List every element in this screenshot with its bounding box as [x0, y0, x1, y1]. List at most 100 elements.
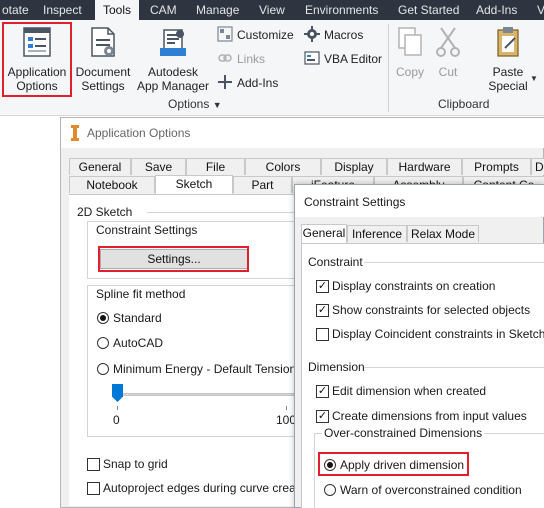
- app-manager-label-1: Autodesk: [147, 65, 199, 79]
- tension-slider-track[interactable]: [114, 393, 294, 396]
- add-ins-label: Add-Ins: [237, 76, 279, 90]
- clipboard-panel-label: Clipboard: [438, 97, 490, 111]
- tab-view[interactable]: View: [259, 0, 285, 20]
- tab-file[interactable]: File: [186, 158, 245, 175]
- spline-standard-label: Standard: [113, 311, 162, 325]
- macros-label: Macros: [324, 28, 364, 42]
- constraint-settings-titlebar[interactable]: Constraint Settings: [295, 185, 544, 217]
- display-on-creation-label: Display constraints on creation: [332, 279, 496, 293]
- links-icon: [218, 54, 232, 62]
- scissors-icon: [436, 27, 460, 57]
- macros-button[interactable]: Macros: [304, 25, 363, 45]
- create-from-input-label: Create dimensions from input values: [332, 409, 527, 423]
- tab-part[interactable]: Part: [233, 176, 292, 193]
- warn-over-label: Warn of overconstrained condition: [340, 483, 522, 497]
- customize-icon: [217, 26, 233, 42]
- add-ins-icon: [218, 75, 232, 89]
- application-options-button[interactable]: Application Options: [4, 26, 70, 93]
- application-options-icon: [23, 27, 51, 57]
- cs-tab-general[interactable]: General: [301, 224, 347, 244]
- vba-editor-button[interactable]: VBA Editor: [304, 49, 382, 69]
- spline-autocad-label: AutoCAD: [113, 336, 164, 350]
- cs-tab-relax-mode[interactable]: Relax Mode: [407, 225, 479, 242]
- links-label: Links: [237, 52, 266, 66]
- tab-manage[interactable]: Manage: [196, 0, 239, 20]
- settings-button[interactable]: Settings...: [100, 249, 248, 269]
- tab-sketch[interactable]: Sketch: [155, 175, 233, 195]
- tab-d[interactable]: D: [531, 158, 544, 175]
- cs-tab-inference[interactable]: Inference: [347, 225, 407, 242]
- tension-min-label: 0: [113, 413, 120, 427]
- document-settings-label-2: Settings: [81, 79, 125, 93]
- copy-button[interactable]: Copy: [392, 26, 428, 79]
- panel-separator: [388, 24, 389, 112]
- tab-tools[interactable]: Tools: [95, 0, 139, 20]
- apply-driven-radio[interactable]: [324, 459, 336, 471]
- tab-rotate[interactable]: otate: [2, 0, 29, 20]
- paste-special-button[interactable]: Paste Special: [484, 26, 532, 93]
- document-settings-label-1: Document: [75, 65, 131, 79]
- cs-dimension-section: Dimension: [308, 360, 365, 374]
- chevron-down-icon: ▼: [212, 100, 222, 110]
- show-for-selected-label: Show constraints for selected objects: [332, 303, 531, 317]
- app-manager-button[interactable]: Autodesk App Manager: [134, 26, 212, 93]
- cut-button[interactable]: Cut: [432, 26, 464, 79]
- warn-over-radio[interactable]: [324, 484, 336, 496]
- tab-notebook[interactable]: Notebook: [69, 176, 155, 193]
- display-coincident-label: Display Coincident constraints in Sketch: [332, 327, 544, 341]
- tab-display[interactable]: Display: [321, 158, 387, 175]
- application-options-title: Application Options: [87, 126, 191, 140]
- cs-general-content: Constraint ✓ Display constraints on crea…: [301, 243, 544, 508]
- section-divider: [147, 212, 297, 213]
- show-for-selected-checkbox[interactable]: ✓: [316, 304, 329, 317]
- tab-get-started[interactable]: Get Started: [398, 0, 459, 20]
- spline-standard-radio[interactable]: [97, 312, 109, 324]
- application-options-label-2: Options: [16, 79, 58, 93]
- spline-autocad-radio[interactable]: [97, 337, 109, 349]
- section-divider: [364, 367, 544, 368]
- create-from-input-checkbox[interactable]: ✓: [316, 410, 329, 423]
- snap-to-grid-checkbox[interactable]: [87, 458, 100, 471]
- copy-label: Copy: [395, 65, 424, 79]
- macros-icon: [304, 26, 320, 42]
- document-settings-button[interactable]: Document Settings: [72, 26, 134, 93]
- tab-cam[interactable]: CAM: [150, 0, 177, 20]
- tab-prompts[interactable]: Prompts: [462, 158, 531, 175]
- over-constrained-label: Over-constrained Dimensions: [322, 426, 485, 440]
- autoproject-label: Autoproject edges during curve creation: [103, 481, 316, 495]
- tab-general[interactable]: General: [69, 158, 131, 175]
- constraint-settings-label: Constraint Settings: [96, 223, 198, 237]
- tab-inspect[interactable]: Inspect: [43, 0, 82, 20]
- snap-to-grid-label: Snap to grid: [103, 457, 168, 471]
- customize-button[interactable]: Customize: [217, 25, 294, 45]
- spline-min-energy-label: Minimum Energy - Default Tension: [113, 362, 297, 376]
- vba-editor-icon: [304, 51, 320, 65]
- section-2d-sketch: 2D Sketch: [77, 205, 133, 219]
- tension-tick: [286, 406, 287, 410]
- section-divider: [364, 262, 544, 263]
- tab-v[interactable]: V: [537, 0, 544, 20]
- links-button[interactable]: Links: [217, 49, 265, 69]
- tab-save[interactable]: Save: [131, 158, 186, 175]
- ribbon-tab-bar: otate Inspect Tools CAM Manage View Envi…: [0, 0, 544, 20]
- tab-colors[interactable]: Colors: [245, 158, 321, 175]
- options-panel-label[interactable]: Options ▼: [168, 97, 222, 111]
- autoproject-checkbox[interactable]: [87, 482, 100, 495]
- paste-special-label-2: Special: [488, 79, 528, 93]
- application-options-titlebar[interactable]: Application Options: [61, 118, 544, 148]
- display-on-creation-checkbox[interactable]: ✓: [316, 280, 329, 293]
- application-options-label-1: Application: [7, 65, 67, 79]
- tab-hardware[interactable]: Hardware: [387, 158, 462, 175]
- add-ins-button[interactable]: Add-Ins: [217, 73, 278, 93]
- paste-special-dropdown-icon[interactable]: ▼: [530, 74, 538, 83]
- spline-fit-label: Spline fit method: [96, 287, 186, 301]
- display-coincident-checkbox[interactable]: [316, 328, 329, 341]
- tab-add-ins[interactable]: Add-Ins: [476, 0, 517, 20]
- edit-when-created-checkbox[interactable]: ✓: [316, 385, 329, 398]
- cut-label: Cut: [438, 65, 458, 79]
- spline-min-energy-radio[interactable]: [97, 363, 109, 375]
- options-tab-row-1: General Save File Colors Display Hardwar…: [69, 158, 544, 175]
- paste-special-label-1: Paste: [492, 65, 524, 79]
- tab-environments[interactable]: Environments: [305, 0, 378, 20]
- constraint-settings-dialog: Constraint Settings General Inference Re…: [294, 184, 544, 508]
